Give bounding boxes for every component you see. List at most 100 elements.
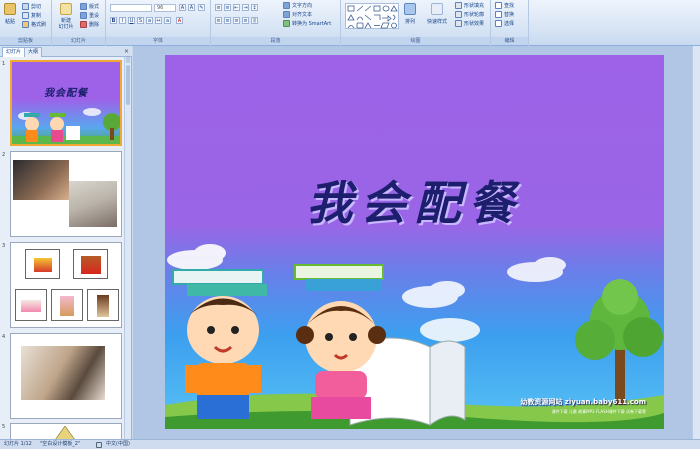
shape-outline-button[interactable]: 形状轮廓 (455, 11, 484, 18)
close-icon[interactable]: × (124, 48, 129, 55)
slide-editing-canvas: 我会配餐 幼教资源网站 ziyuan.baby611.com 课件下载 儿歌 故… (133, 46, 700, 439)
slide-number: 3 (2, 243, 6, 249)
shapes-gallery[interactable] (345, 3, 399, 29)
scissors-icon (22, 3, 29, 10)
shape-fill-button[interactable]: 形状填充 (455, 2, 484, 9)
align-center-icon[interactable]: ≡ (224, 17, 231, 24)
bold-icon[interactable]: B (110, 17, 117, 24)
quick-styles-button[interactable]: 快速样式 (423, 3, 451, 25)
spellcheck-icon[interactable] (96, 442, 102, 448)
brush-icon (22, 21, 29, 28)
arrange-icon (404, 3, 416, 15)
text-direction-button[interactable]: 文字方向 (283, 2, 312, 9)
thumb-food-fries (25, 249, 60, 279)
shadow-icon[interactable]: S (137, 17, 144, 24)
drawing-group: 排列 快速样式 形状填充 形状轮廓 形状效果 绘图 (341, 0, 491, 46)
paragraph-group-label: 段落 (211, 37, 340, 45)
thumb-food-icecream (51, 289, 83, 321)
slides-group-label: 幻灯片 (52, 37, 105, 45)
slide-thumbnail-5[interactable] (10, 423, 122, 440)
paste-button[interactable]: 粘贴 (3, 3, 17, 25)
arrange-button[interactable]: 排列 (403, 3, 417, 25)
change-case-icon[interactable]: a (164, 17, 171, 24)
search-icon (495, 2, 502, 9)
strikethrough-icon[interactable]: a (146, 17, 153, 24)
effects-icon (455, 20, 462, 27)
increase-indent-icon[interactable]: ⇥ (242, 4, 249, 11)
ribbon: 粘贴 剪切 复制 格式刷 剪贴板 新建 幻灯片 版式 重设 删除 幻灯片 96 … (0, 0, 700, 46)
justify-icon[interactable]: ≡ (242, 17, 249, 24)
numbering-icon[interactable]: ≡ (224, 4, 231, 11)
columns-icon[interactable]: ⫼ (251, 17, 258, 24)
thumb-photo-family-meal (21, 346, 105, 400)
line-spacing-icon[interactable]: ↕ (251, 4, 258, 11)
cut-button[interactable]: 剪切 (22, 3, 41, 10)
font-color-icon[interactable]: A (176, 17, 183, 24)
slide-title[interactable]: 我会配餐 (165, 167, 664, 233)
align-left-icon[interactable]: ≡ (215, 17, 222, 24)
underline-icon[interactable]: U (128, 17, 135, 24)
slide-thumbnail-2[interactable] (10, 151, 122, 237)
slide-number: 4 (2, 334, 6, 340)
pen-icon (455, 11, 462, 18)
shrink-font-icon[interactable]: A (188, 4, 195, 11)
canvas-scrollbar[interactable] (692, 46, 700, 439)
delete-slide-button[interactable]: 删除 (80, 21, 99, 28)
watermark-site: 幼教资源网站 ziyuan.baby611.com (520, 398, 646, 406)
layout-icon (80, 3, 87, 10)
new-slide-icon (60, 3, 72, 15)
slide-thumbnail-1[interactable]: 我会配餐 (10, 60, 122, 146)
tab-slides[interactable]: 幻灯片 (2, 47, 26, 57)
slide-count: 幻灯片 1/12 (4, 441, 32, 447)
drawing-group-label: 绘图 (341, 37, 490, 45)
paste-icon (4, 3, 16, 15)
slide-number: 5 (2, 424, 6, 430)
clear-format-icon[interactable]: ✎ (198, 4, 205, 11)
align-right-icon[interactable]: ≡ (233, 17, 240, 24)
language[interactable]: 中文(中国) (106, 440, 130, 449)
find-button[interactable]: 查找 (495, 2, 514, 9)
slide-thumbnail-3[interactable] (10, 242, 122, 328)
align-text-button[interactable]: 对齐文本 (283, 11, 312, 18)
slide-number: 1 (2, 61, 6, 67)
font-name-box[interactable] (110, 4, 152, 12)
slide-thumbnail-4[interactable] (10, 333, 122, 419)
cursor-icon (495, 20, 502, 27)
new-slide-button[interactable]: 新建 幻灯片 (56, 3, 76, 30)
reset-button[interactable]: 重设 (80, 12, 99, 19)
layout-button[interactable]: 版式 (80, 3, 99, 10)
slides-panel: 幻灯片 大纲 × 1 我会配餐 2 3 4 5 (0, 46, 132, 440)
grow-font-icon[interactable]: A (179, 4, 186, 11)
smartart-button[interactable]: 转换为 SmartArt (283, 20, 331, 27)
italic-icon[interactable]: I (119, 17, 126, 24)
panel-scrollbar[interactable] (124, 57, 131, 439)
smartart-icon (283, 20, 290, 27)
slide-number: 2 (2, 152, 6, 158)
select-button[interactable]: 选择 (495, 20, 514, 27)
slides-group: 新建 幻灯片 版式 重设 删除 幻灯片 (52, 0, 106, 46)
replace-button[interactable]: 替换 (495, 11, 514, 18)
font-size-box[interactable]: 96 (154, 4, 176, 12)
current-slide[interactable]: 我会配餐 幼教资源网站 ziyuan.baby611.com 课件下载 儿歌 故… (165, 55, 664, 429)
thumb-photo-boy (69, 181, 117, 227)
font-group-label: 字体 (106, 37, 210, 45)
shape-effects-button[interactable]: 形状效果 (455, 20, 484, 27)
thumb-food-cake (15, 289, 47, 321)
char-spacing-icon[interactable]: ↔ (155, 17, 162, 24)
watermark-subtitle: 课件下载 儿歌 故事MP3 FLASH课件下载 试卷下载等 (551, 409, 646, 414)
replace-icon (495, 11, 502, 18)
tree (575, 279, 663, 405)
thumb-kids-illustration (12, 108, 120, 144)
clipboard-group: 粘贴 剪切 复制 格式刷 剪贴板 (0, 0, 52, 46)
decrease-indent-icon[interactable]: ⇤ (233, 4, 240, 11)
format-painter-button[interactable]: 格式刷 (22, 21, 46, 28)
copy-button[interactable]: 复制 (22, 12, 41, 19)
font-group: 96 A A ✎ B I U S a ↔ a A 字体 (106, 0, 211, 46)
scrollbar-thumb[interactable] (126, 65, 130, 105)
scroll-up-arrow-icon[interactable] (126, 57, 130, 63)
editing-group: 查找 替换 选择 编辑 (491, 0, 529, 46)
thumb-food-drink (87, 289, 119, 321)
tab-outline[interactable]: 大纲 (24, 47, 43, 57)
bullets-icon[interactable]: ≡ (215, 4, 222, 11)
reset-icon (80, 12, 87, 19)
